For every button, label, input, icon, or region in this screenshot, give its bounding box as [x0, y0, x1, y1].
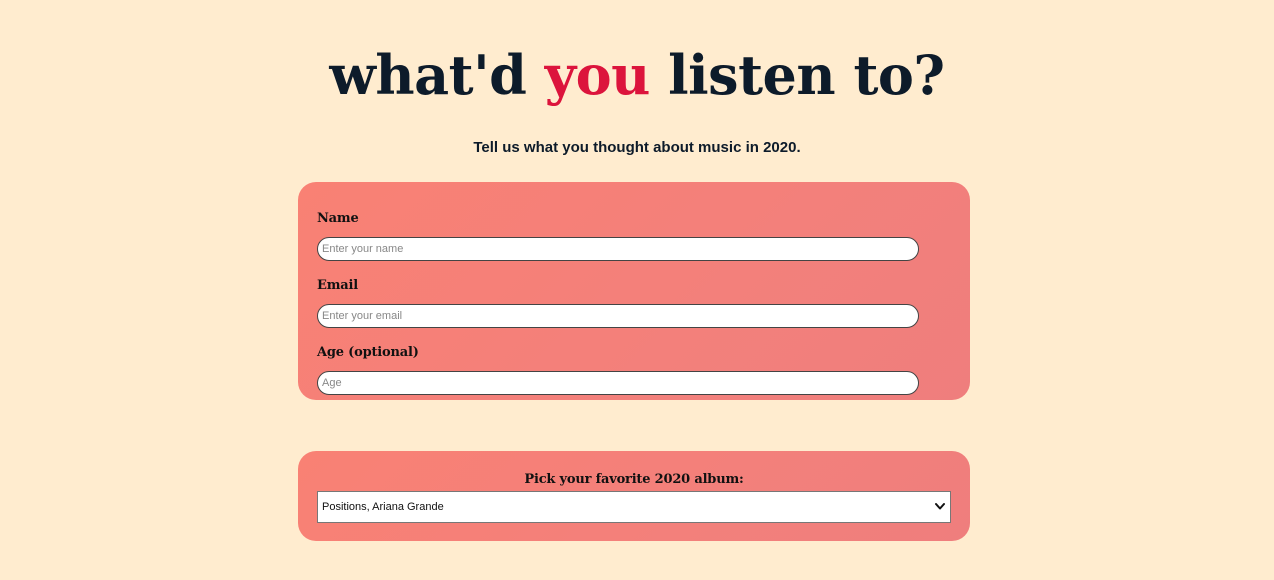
email-label: Email — [317, 278, 358, 293]
title-before: what'd — [329, 43, 545, 107]
album-form-card: Pick your favorite 2020 album: Positions… — [298, 451, 970, 541]
album-selected-value: Positions, Ariana Grande — [322, 501, 444, 513]
page-title: what'd you listen to? — [0, 40, 1274, 110]
page-subtitle: Tell us what you thought about music in … — [473, 139, 801, 156]
email-input[interactable] — [317, 304, 919, 328]
album-label: Pick your favorite 2020 album: — [524, 472, 744, 487]
age-label: Age (optional) — [317, 345, 419, 360]
info-form-card: Name Email Age (optional) — [298, 182, 970, 400]
age-input[interactable] — [317, 371, 919, 395]
title-after: listen to? — [649, 43, 945, 107]
title-accent: you — [544, 43, 651, 107]
chevron-down-icon — [934, 492, 946, 522]
album-select[interactable]: Positions, Ariana Grande — [317, 491, 951, 523]
name-input[interactable] — [317, 237, 919, 261]
name-label: Name — [317, 211, 359, 226]
